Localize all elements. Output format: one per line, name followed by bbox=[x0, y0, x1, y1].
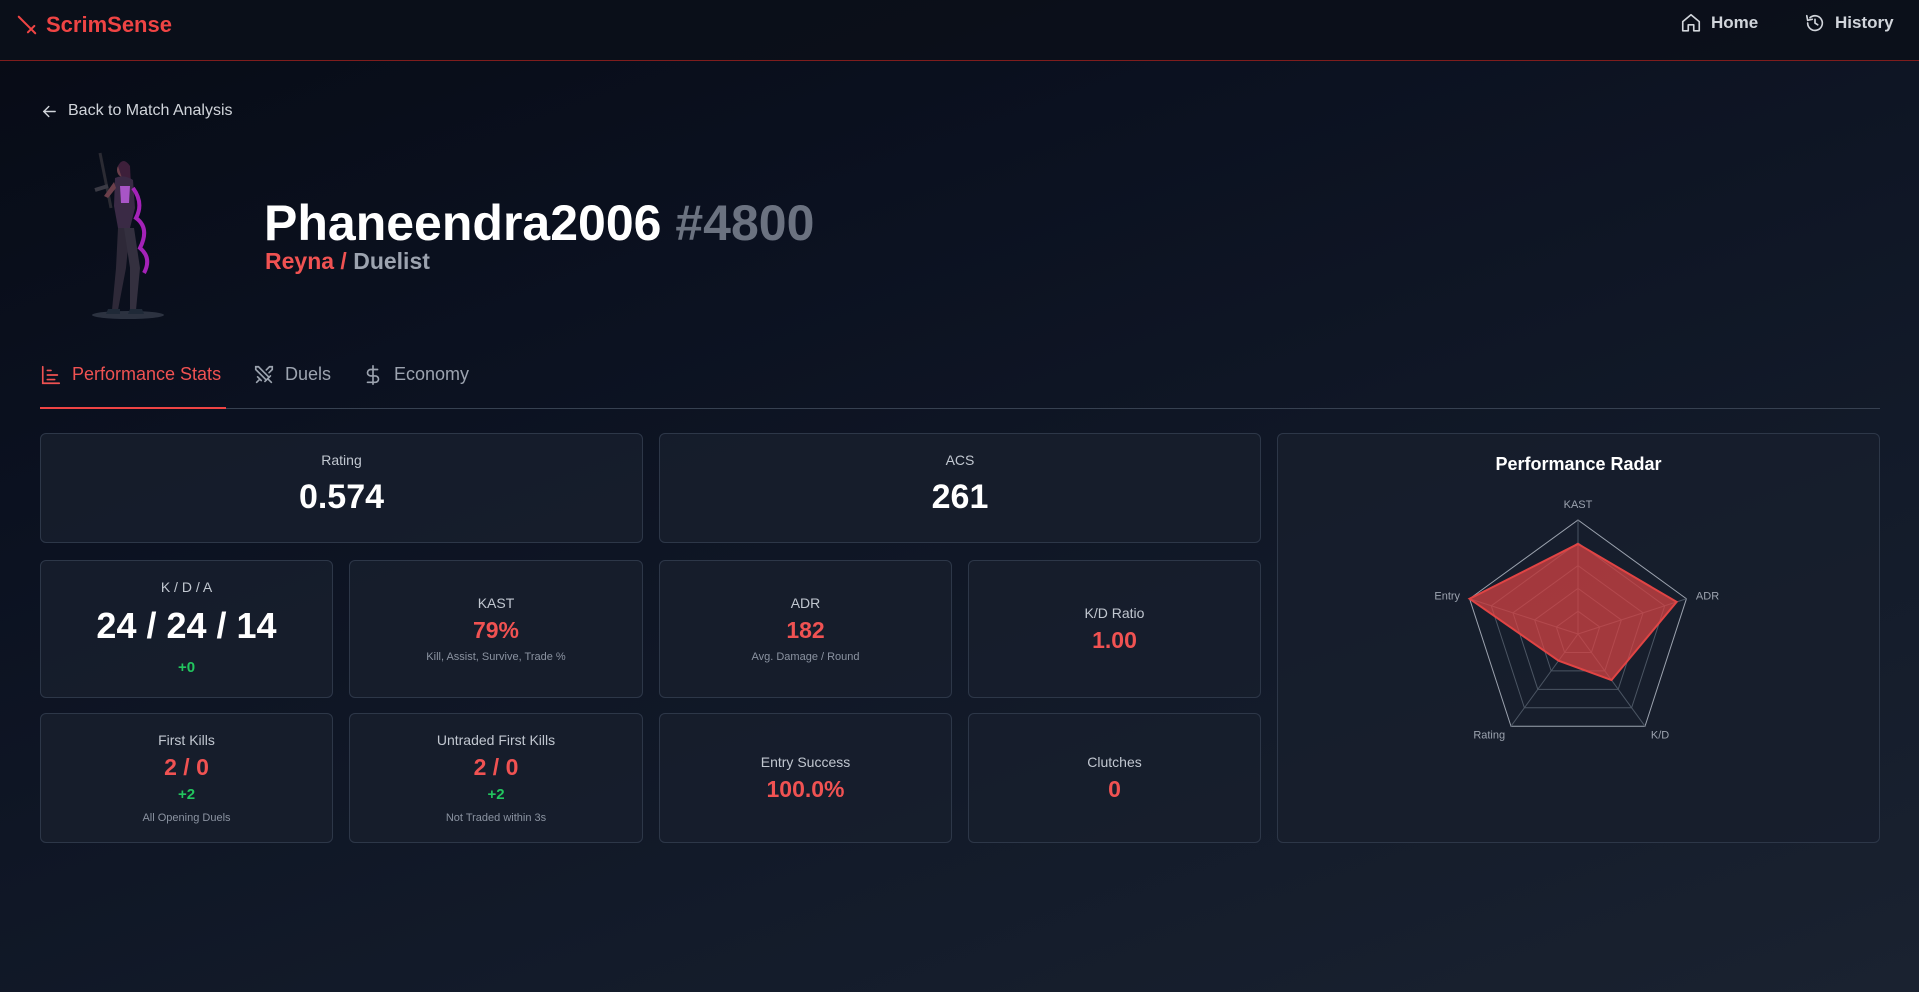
tab-duels[interactable]: Duels bbox=[253, 364, 331, 409]
tab-economy-label: Economy bbox=[394, 364, 470, 384]
first-kills-value: 2 / 0 bbox=[164, 754, 209, 780]
adr-label: ADR bbox=[790, 595, 821, 611]
nav-home-label: Home bbox=[1711, 13, 1759, 32]
kd-ratio-label: K/D Ratio bbox=[1084, 605, 1145, 621]
kast-value: 79% bbox=[472, 617, 520, 643]
untraded-fk-label: Untraded First Kills bbox=[436, 732, 556, 748]
kd-ratio-card: K/D Ratio 1.00 bbox=[968, 560, 1261, 698]
radar-axis-label: K/D bbox=[1651, 729, 1669, 741]
clutches-card: Clutches 0 bbox=[968, 713, 1261, 843]
dollar-icon bbox=[366, 365, 380, 385]
home-icon bbox=[1681, 13, 1701, 32]
tab-performance-stats[interactable]: Performance Stats bbox=[40, 364, 226, 409]
kda-card: K / D / A 24 / 24 / 14 +0 bbox=[40, 560, 333, 698]
nav-history-link[interactable]: History bbox=[1804, 12, 1894, 34]
agent-role-separator: / bbox=[334, 248, 354, 274]
kda-label: K / D / A bbox=[160, 579, 213, 595]
adr-subtext: Avg. Damage / Round bbox=[751, 651, 860, 663]
kast-card: KAST 79% Kill, Assist, Survive, Trade % bbox=[349, 560, 643, 698]
rating-card: Rating 0.574 bbox=[40, 433, 643, 543]
sword-icon bbox=[17, 15, 37, 35]
kd-ratio-value: 1.00 bbox=[1092, 627, 1137, 653]
tab-duels-label: Duels bbox=[285, 364, 332, 384]
entry-success-label: Entry Success bbox=[760, 754, 851, 770]
player-tag: #4800 bbox=[675, 195, 815, 251]
first-kills-subtext: All Opening Duels bbox=[142, 812, 231, 824]
brand-name: ScrimSense bbox=[46, 12, 172, 37]
kda-diff: +0 bbox=[177, 659, 196, 676]
untraded-first-kills-card: Untraded First Kills 2 / 0 +2 Not Traded… bbox=[349, 713, 643, 843]
untraded-fk-subtext: Not Traded within 3s bbox=[445, 812, 547, 824]
radar-value-area bbox=[1467, 542, 1679, 682]
acs-value: 261 bbox=[931, 478, 989, 516]
player-name: Phaneendra2006 bbox=[264, 195, 662, 251]
tab-economy[interactable]: Economy bbox=[362, 364, 469, 409]
clutches-label: Clutches bbox=[1087, 754, 1142, 770]
agent-name: Reyna bbox=[265, 248, 335, 274]
performance-radar-card: Performance Radar KAST ADR K/D Rating Entry bbox=[1277, 433, 1880, 843]
untraded-fk-diff: +2 bbox=[487, 786, 505, 803]
untraded-fk-value: 2 / 0 bbox=[473, 754, 519, 780]
stats-tab-bar: Performance Stats Duels Economy bbox=[40, 356, 1880, 409]
brand-logo[interactable]: ScrimSense bbox=[16, 12, 172, 38]
kast-label: KAST bbox=[477, 595, 515, 611]
rating-value: 0.574 bbox=[298, 478, 385, 516]
radar-axis-label: Rating bbox=[1473, 729, 1505, 741]
history-icon bbox=[1805, 14, 1824, 32]
agent-role-line: Reyna / Duelist bbox=[265, 248, 430, 275]
entry-success-card: Entry Success 100.0% bbox=[659, 713, 952, 843]
entry-success-value: 100.0% bbox=[766, 776, 845, 802]
first-kills-diff: +2 bbox=[177, 786, 196, 803]
kda-value: 24 / 24 / 14 bbox=[96, 605, 277, 646]
nav-history-label: History bbox=[1835, 13, 1894, 32]
back-link-label: Back to Match Analysis bbox=[68, 102, 233, 119]
crossed-swords-icon bbox=[254, 365, 274, 384]
kast-subtext: Kill, Assist, Survive, Trade % bbox=[426, 651, 566, 663]
back-to-match-link[interactable]: Back to Match Analysis bbox=[41, 102, 233, 120]
player-name-heading: Phaneendra2006 #4800 bbox=[264, 194, 814, 252]
first-kills-label: First Kills bbox=[158, 732, 215, 748]
agent-portrait bbox=[92, 152, 164, 319]
acs-card: ACS 261 bbox=[659, 433, 1261, 543]
radar-axis-label: KAST bbox=[1564, 499, 1593, 511]
acs-label: ACS bbox=[945, 452, 975, 468]
rating-label: Rating bbox=[321, 452, 362, 468]
nav-home-link[interactable]: Home bbox=[1680, 12, 1758, 34]
first-kills-card: First Kills 2 / 0 +2 All Opening Duels bbox=[40, 713, 333, 843]
adr-value: 182 bbox=[786, 617, 825, 643]
radar-axis-label: Entry bbox=[1434, 591, 1460, 603]
top-nav: ScrimSense Home History bbox=[0, 0, 1919, 61]
bar-chart-icon bbox=[41, 365, 61, 385]
agent-role: Duelist bbox=[353, 248, 430, 274]
radar-axis-label: ADR bbox=[1696, 591, 1719, 603]
adr-card: ADR 182 Avg. Damage / Round bbox=[659, 560, 952, 698]
arrow-left-icon bbox=[42, 105, 56, 117]
tab-performance-label: Performance Stats bbox=[72, 364, 222, 384]
performance-radar-chart: KAST ADR K/D Rating Entry bbox=[1434, 499, 1719, 741]
clutches-value: 0 bbox=[1108, 776, 1121, 802]
